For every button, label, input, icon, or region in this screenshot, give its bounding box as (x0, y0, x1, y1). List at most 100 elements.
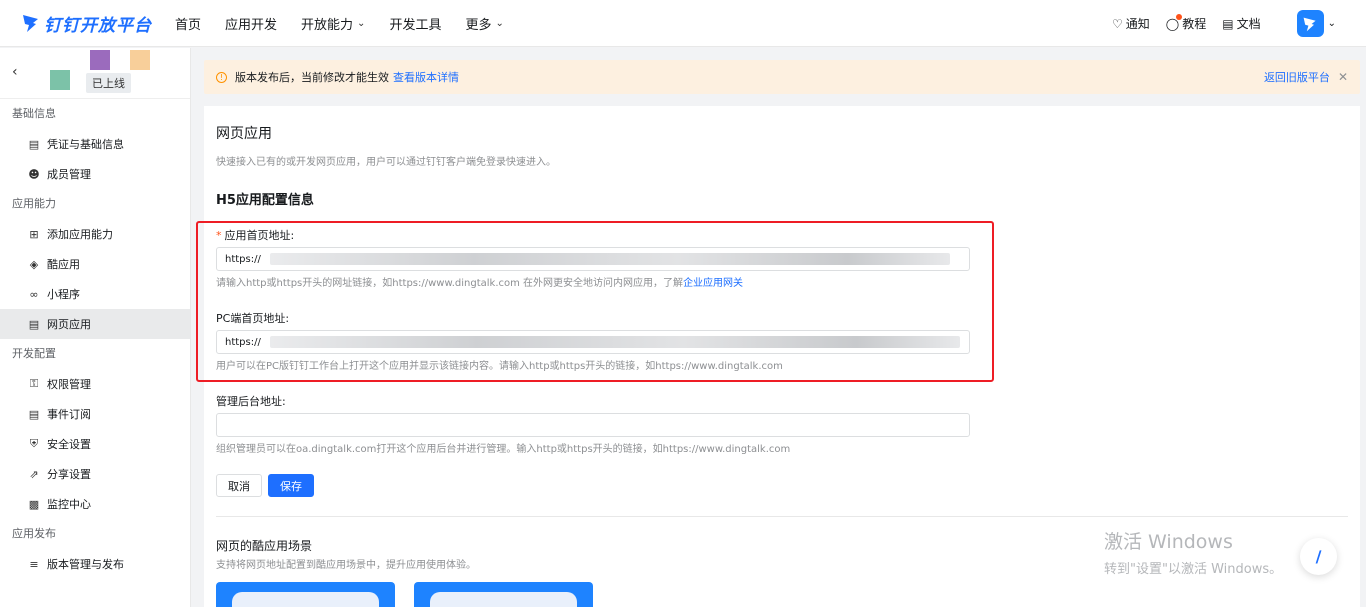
sidebar-group-title: 基础信息 (12, 107, 56, 120)
required-mark: * (216, 229, 222, 242)
app-icon-purple (90, 50, 110, 70)
nav-item-app-dev[interactable]: 应用开发 (225, 14, 277, 33)
nav-item-home[interactable]: 首页 (175, 14, 201, 33)
chevron-down-icon: ⌄ (1327, 18, 1336, 29)
divider (216, 516, 1348, 517)
pc-url-label: PC端首页地址: (216, 312, 290, 325)
monitor-icon: ▩ (28, 497, 40, 511)
admin-url-label: 管理后台地址: (216, 395, 286, 408)
sidebar-item-cool-app[interactable]: ◈ 酷应用 (0, 249, 190, 279)
nav-item-label: 开发工具 (389, 17, 442, 33)
tutorial-label: 教程 (1182, 17, 1207, 31)
status-badge: 已上线 (86, 73, 131, 93)
event-icon: ▤ (28, 407, 40, 421)
nav-item-open-ability[interactable]: 开放能力 ⌄ (301, 14, 365, 33)
windows-activation-watermark: 激活 Windows 转到"设置"以激活 Windows。 (1104, 527, 1282, 577)
sidebar-item-members[interactable]: ☻ 成员管理 (0, 159, 190, 189)
credential-icon: ▤ (28, 137, 40, 151)
assistant-button[interactable]: ∕ (1300, 538, 1337, 575)
watermark-line1: 激活 Windows (1104, 531, 1233, 553)
nav-item-label: 首页 (175, 17, 202, 33)
sidebar-item-permissions[interactable]: ⚿ 权限管理 (0, 369, 190, 399)
book-icon: ▤ (1222, 16, 1234, 31)
top-navbar: 钉钉开放平台 首页 应用开发 开放能力 ⌄ 开发工具 更多 ⌄ ♡ 通知 ◯ 教程 … (0, 0, 1366, 47)
save-button[interactable]: 保存 (268, 474, 314, 497)
nav-item-label: 开放能力 (301, 17, 354, 33)
app-icon-orange (130, 50, 150, 70)
close-icon[interactable]: ✕ (1338, 70, 1348, 84)
chevron-down-icon: ⌄ (357, 17, 366, 29)
tutorial-button[interactable]: ◯ 教程 (1166, 13, 1207, 32)
nav-item-more[interactable]: 更多 ⌄ (465, 14, 503, 33)
notify-label: 通知 (1125, 17, 1150, 31)
sidebar-item-mini-program[interactable]: ∞ 小程序 (0, 279, 190, 309)
admin-url-help: 组织管理员可以在oa.dingtalk.com打开这个应用后台并进行管理。输入h… (216, 444, 791, 455)
sidebar-item-label: 版本管理与发布 (47, 558, 124, 571)
admin-url-input[interactable] (216, 413, 970, 437)
docs-button[interactable]: ▤ 文档 (1222, 15, 1260, 32)
home-url-label: * 应用首页地址: (216, 227, 294, 243)
sidebar-item-label: 凭证与基础信息 (47, 138, 124, 151)
bell-icon: ♡ (1112, 16, 1123, 31)
notify-button[interactable]: ♡ 通知 (1112, 15, 1150, 32)
sidebar-item-share[interactable]: ⇗ 分享设置 (0, 459, 190, 489)
sidebar-menu: 基础信息 ▤ 凭证与基础信息 ☻ 成员管理 应用能力 ⊞ 添加应用能力 ◈ 酷应用 ∞ 小… (0, 99, 190, 579)
dingtalk-logo-icon (23, 15, 38, 32)
scene-preview (232, 592, 379, 607)
back-arrow-icon[interactable]: ‹ (12, 64, 18, 80)
app-header: ‹ 已上线 (0, 48, 190, 99)
sidebar-item-security[interactable]: ⛨ 安全设置 (0, 429, 190, 459)
header-tools: ♡ 通知 ◯ 教程 ▤ 文档 ⌄ (1096, 0, 1336, 47)
sidebar-item-label: 事件订阅 (47, 408, 91, 421)
back-to-old-platform-link[interactable]: 返回旧版平台 (1264, 69, 1330, 85)
browser-icon: ▤ (28, 317, 40, 331)
shield-icon: ⛨ (29, 437, 39, 450)
pc-url-help: 用户可以在PC版钉钉工作台上打开这个应用并显示该链接内容。请输入http或htt… (216, 361, 783, 372)
sidebar-item-label: 添加应用能力 (47, 228, 113, 241)
sidebar-group-title: 开发配置 (12, 347, 56, 360)
scene-title: 网页的酷应用场景 (216, 539, 313, 553)
brand-name: 钉钉开放平台 (44, 15, 152, 36)
redacted-url (270, 336, 960, 348)
page-title: 网页应用 (216, 126, 272, 142)
watermark-line2: 转到"设置"以激活 Windows。 (1104, 562, 1283, 577)
docs-label: 文档 (1236, 17, 1261, 31)
sidebar-item-label: 权限管理 (47, 378, 91, 391)
share-icon: ⇗ (29, 467, 39, 481)
sidebar-item-web-app[interactable]: ▤ 网页应用 (0, 309, 190, 339)
account-menu[interactable]: ⌄ (1296, 10, 1336, 37)
link-icon: ∞ (29, 287, 39, 301)
sidebar-item-events[interactable]: ▤ 事件订阅 (0, 399, 190, 429)
user-icon: ☻ (28, 167, 40, 181)
info-icon: ! (216, 71, 227, 83)
sidebar-item-monitor[interactable]: ▩ 监控中心 (0, 489, 190, 519)
scene-preview (430, 592, 577, 607)
nav-item-dev-tools[interactable]: 开发工具 (389, 14, 441, 33)
layers-icon: ≡ (29, 557, 39, 571)
unread-dot (1176, 13, 1183, 20)
sidebar-item-label: 网页应用 (47, 318, 91, 331)
nav-item-label: 更多 (465, 17, 492, 33)
sidebar: ‹ 已上线 基础信息 ▤ 凭证与基础信息 ☻ 成员管理 应用能力 ⊞ 添加应用能力 ◈… (0, 48, 191, 607)
sidebar-item-credentials[interactable]: ▤ 凭证与基础信息 (0, 129, 190, 159)
app-icon-green (50, 70, 70, 90)
sidebar-item-versions[interactable]: ≡ 版本管理与发布 (0, 549, 190, 579)
scene-description: 支持将网页地址配置到酷应用场景中，提升应用使用体验。 (216, 560, 476, 571)
version-details-link[interactable]: 查看版本详情 (393, 69, 459, 85)
dingtalk-avatar-icon (1303, 17, 1316, 31)
scene-card[interactable] (216, 582, 395, 607)
brand-logo[interactable]: 钉钉开放平台 (22, 11, 162, 36)
avatar (1296, 10, 1324, 37)
sidebar-item-label: 安全设置 (47, 438, 91, 451)
home-url-help: 请输入http或https开头的网址链接，如https://www.dingta… (216, 274, 743, 289)
sidebar-item-label: 酷应用 (47, 258, 80, 271)
grid-add-icon: ⊞ (29, 227, 39, 241)
scene-card[interactable] (414, 582, 593, 607)
sidebar-item-label: 成员管理 (47, 168, 91, 181)
banner-actions: 返回旧版平台 ✕ (1260, 60, 1348, 94)
sidebar-item-add-ability[interactable]: ⊞ 添加应用能力 (0, 219, 190, 249)
home-url-label-text: 应用首页地址: (224, 229, 295, 242)
enterprise-gateway-link[interactable]: 企业应用网关 (683, 278, 743, 289)
cancel-button[interactable]: 取消 (216, 474, 262, 497)
notice-banner: ! 版本发布后，当前修改才能生效 查看版本详情 返回旧版平台 ✕ (204, 60, 1360, 94)
